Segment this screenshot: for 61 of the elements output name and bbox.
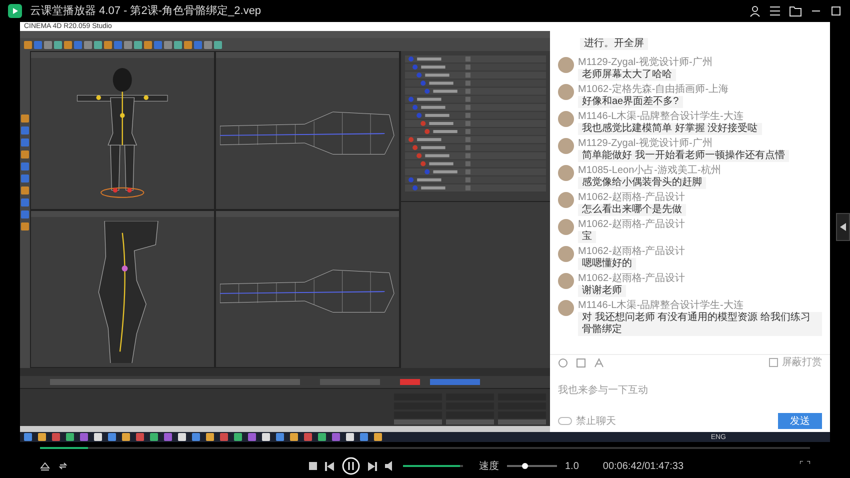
chat-message: 对 我还想问老师 有没有通用的模型资源 给我们练习骨骼绑定 — [578, 312, 822, 336]
chat-message: 怎么看出来哪个是先做 — [578, 204, 686, 216]
chat-message: 进行。开全屏 — [580, 38, 648, 50]
avatar — [558, 138, 574, 154]
avatar — [558, 300, 574, 316]
mute-label: 禁止聊天 — [576, 414, 616, 428]
pause-icon[interactable] — [342, 457, 360, 475]
avatar — [558, 57, 574, 73]
avatar — [558, 192, 574, 208]
emoji-icon[interactable] — [558, 358, 568, 368]
maximize-icon[interactable] — [830, 5, 842, 17]
list-icon[interactable] — [769, 5, 781, 17]
chat-author: M1062-赵雨格-产品设计 — [578, 219, 686, 230]
tool-strip-drawing[interactable] — [20, 51, 30, 368]
chat-message: 简单能做好 我一开始看老师一顿操作还有点懵 — [578, 150, 789, 162]
window-title: 云课堂播放器 4.07 - 第2课-角色骨骼绑定_2.vep — [30, 4, 262, 19]
chat-message: 谢谢老师 — [578, 285, 626, 297]
collapse-panel-button[interactable] — [836, 213, 850, 241]
previous-icon[interactable] — [325, 462, 334, 470]
send-button[interactable]: 发送 — [778, 413, 822, 429]
chat-author: M1062-定格先森-自由插画师-上海 — [578, 84, 729, 95]
app-logo-icon — [8, 4, 22, 18]
font-icon[interactable] — [594, 358, 604, 368]
chat-author: M1129-Zygal-视觉设计师-广州 — [578, 57, 712, 68]
folder-icon[interactable] — [789, 5, 802, 17]
avatar — [558, 273, 574, 289]
chat-author: M1129-Zygal-视觉设计师-广州 — [578, 138, 714, 149]
chat-author: M1146-L木渠-品牌整合设计学生-大连 — [578, 300, 744, 311]
avatar — [558, 219, 574, 235]
chat-author: M1146-L木渠-品牌整合设计学生-大连 — [578, 111, 744, 122]
avatar — [558, 111, 574, 127]
chat-author: M1062-赵雨格-产品设计 — [578, 192, 686, 203]
loop-icon[interactable] — [58, 461, 68, 471]
toolbar-icons-drawing[interactable] — [24, 40, 224, 50]
chat-message: 嗯嗯懂好的 — [578, 258, 636, 270]
mute-toggle[interactable] — [558, 417, 572, 425]
image-icon[interactable] — [576, 358, 586, 368]
timeline-drawing[interactable] — [20, 368, 550, 388]
speed-thumb[interactable] — [522, 463, 528, 469]
chat-message: 我也感觉比建模简单 好掌握 没好接受哒 — [578, 123, 762, 135]
chat-author: M1062-赵雨格-产品设计 — [578, 246, 686, 257]
chat-message: 老师屏幕太大了哈哈 — [578, 69, 676, 81]
chat-message: 宝 — [578, 231, 596, 243]
user-icon[interactable] — [749, 5, 761, 17]
next-icon[interactable] — [368, 462, 377, 470]
chat-author: M1062-赵雨格-产品设计 — [578, 273, 686, 284]
block-gifts-label: 屏蔽打赏 — [782, 356, 822, 370]
eject-icon[interactable] — [40, 461, 50, 471]
playback-time: 00:06:42/01:47:33 — [602, 460, 684, 474]
avatar — [558, 246, 574, 262]
taskbar-icons-drawing[interactable] — [24, 433, 384, 441]
speed-label: 速度 — [479, 460, 499, 474]
chat-message: 感觉像给小偶装骨头的赶脚 — [578, 177, 706, 189]
triangle-left-icon — [840, 223, 846, 231]
avatar — [558, 84, 574, 100]
volume-icon[interactable] — [385, 461, 395, 471]
avatar — [558, 165, 574, 181]
block-gifts-checkbox[interactable] — [769, 358, 778, 367]
chat-message: 好像和ae界面差不多? — [578, 96, 683, 108]
chat-author: M1085-Leon小占-游戏美工-杭州 — [578, 165, 721, 176]
speed-value: 1.0 — [565, 460, 579, 474]
